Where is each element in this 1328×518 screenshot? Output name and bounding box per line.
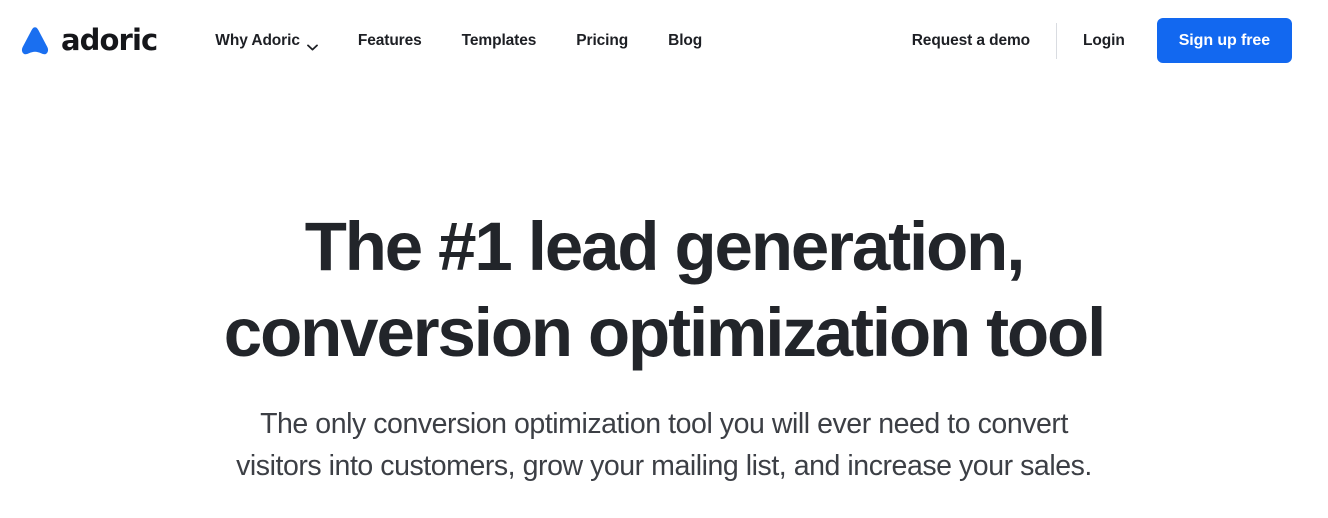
hero-subheadline-line-1: The only conversion optimization tool yo… bbox=[260, 408, 1068, 440]
hero-headline-line-1: The #1 lead generation, bbox=[304, 208, 1026, 285]
header-actions: Request a demo Login Sign up free bbox=[912, 18, 1292, 63]
nav-item-label: Blog bbox=[668, 31, 703, 49]
nav-item-templates[interactable]: Templates bbox=[462, 22, 537, 60]
sign-up-free-button[interactable]: Sign up free bbox=[1156, 18, 1292, 63]
chevron-down-icon bbox=[306, 38, 318, 51]
nav-item-blog[interactable]: Blog bbox=[668, 22, 702, 60]
site-header: adoric Why Adoric Features Templates Pri… bbox=[0, 0, 1328, 81]
nav-item-label: Templates bbox=[461, 31, 537, 49]
adoric-triangle-logo-icon bbox=[18, 24, 52, 58]
nav-item-label: Features bbox=[357, 31, 422, 49]
hero-headline-line-2: conversion optimization tool bbox=[223, 294, 1106, 371]
nav-item-features[interactable]: Features bbox=[358, 22, 422, 60]
nav-item-why-adoric[interactable]: Why Adoric bbox=[215, 22, 318, 60]
hero-section: The #1 lead generation, conversion optim… bbox=[0, 81, 1328, 487]
primary-navigation: Why Adoric Features Templates Pricing Bl… bbox=[215, 22, 702, 60]
hero-subheadline-line-2: visitors into customers, grow your maili… bbox=[236, 450, 1092, 482]
request-demo-link[interactable]: Request a demo bbox=[912, 32, 1030, 50]
nav-item-pricing[interactable]: Pricing bbox=[576, 22, 628, 60]
header-actions-divider bbox=[1056, 22, 1058, 59]
brand-logo-link[interactable]: adoric bbox=[18, 23, 158, 58]
hero-subheadline: The only conversion optimization tool yo… bbox=[0, 403, 1328, 487]
nav-item-label: Why Adoric bbox=[215, 31, 300, 49]
hero-headline: The #1 lead generation, conversion optim… bbox=[0, 204, 1328, 376]
brand-wordmark: adoric bbox=[61, 23, 158, 57]
nav-item-label: Pricing bbox=[576, 31, 629, 49]
login-link[interactable]: Login bbox=[1083, 32, 1125, 50]
